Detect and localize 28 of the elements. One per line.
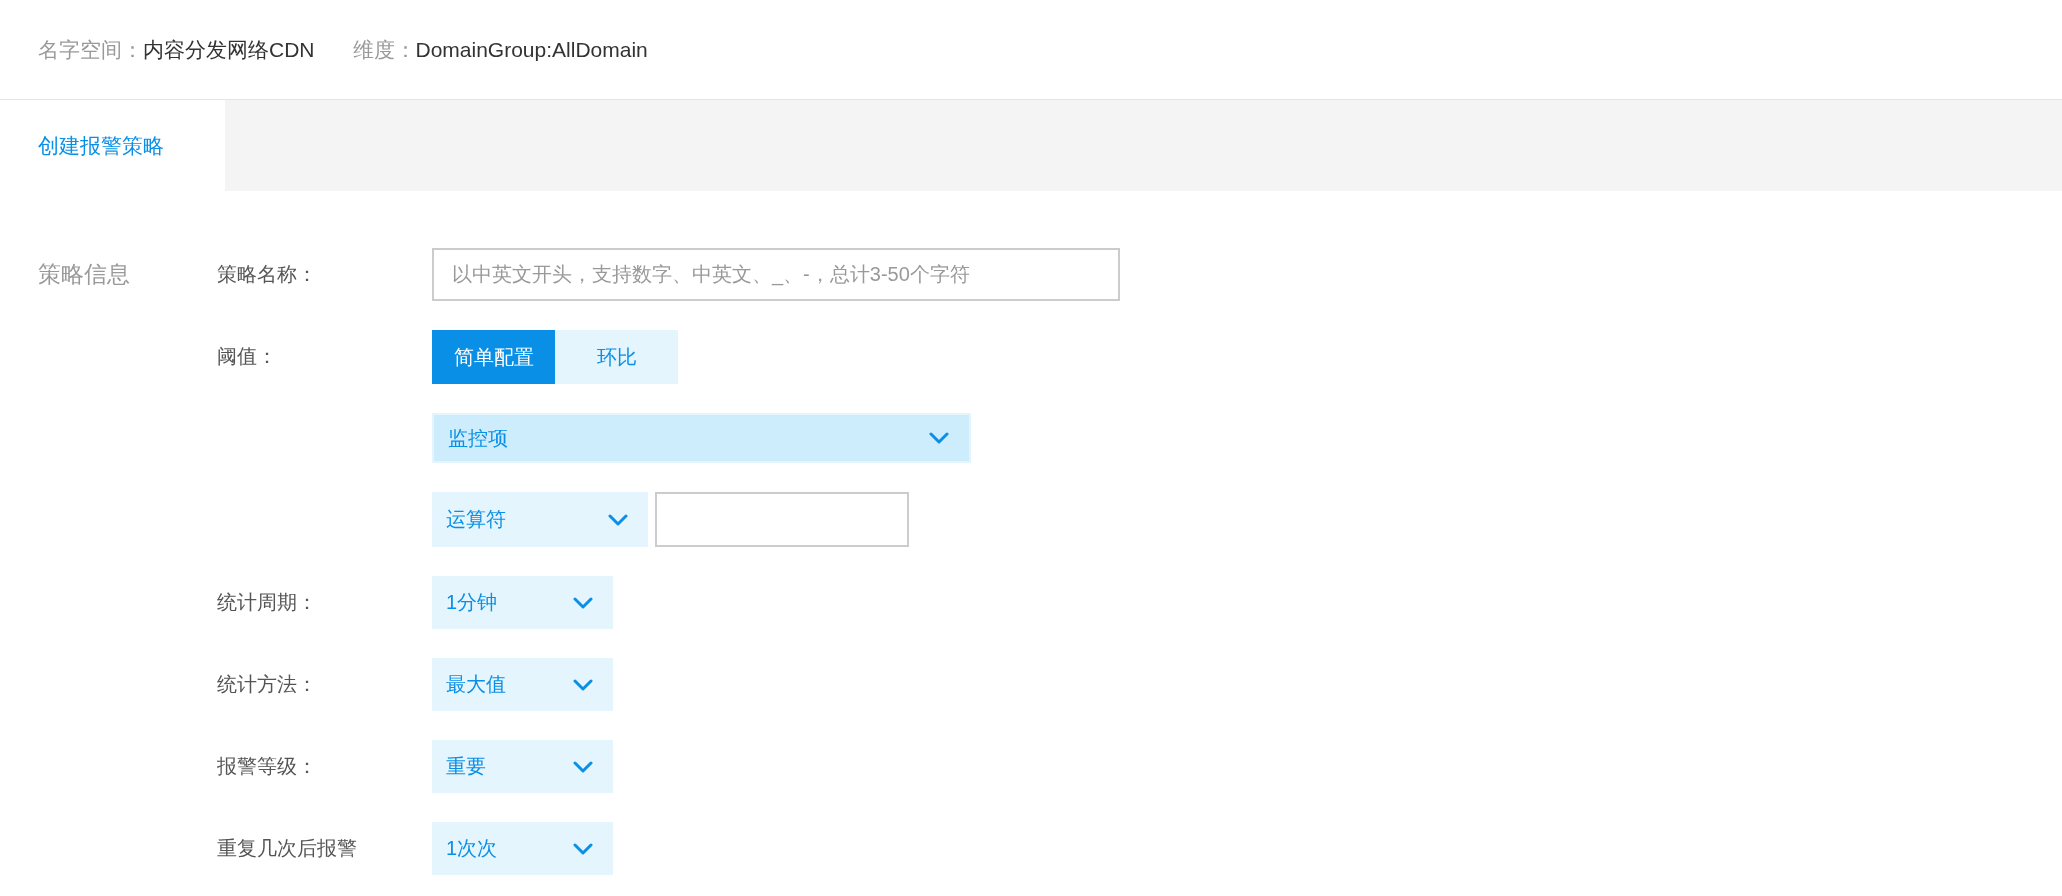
field-label: 重复几次后报警 [217, 836, 358, 861]
dropdown[interactable]: 1次次 [432, 822, 613, 875]
chevron-down-icon [573, 760, 593, 773]
chevron-down-icon [608, 513, 628, 526]
namespace-value: 内容分发网络CDN [143, 36, 315, 63]
field-label: 统计方法： [217, 672, 318, 697]
chevron-down-icon [573, 842, 593, 855]
mode-tab[interactable]: 环比 [555, 330, 678, 384]
section-title: 策略信息 [38, 260, 131, 289]
dropdown[interactable]: 运算符 [432, 492, 648, 547]
input-field[interactable]: 以中英文开头，支持数字、中英文、_、-，总计3-50个字符 [432, 248, 1120, 301]
dropdown[interactable]: 1分钟 [432, 576, 613, 629]
field-label: 报警等级： [217, 754, 318, 779]
field-label: 阈值： [217, 344, 278, 369]
field-label: 策略名称： [217, 262, 318, 287]
dropdown[interactable]: 监控项 [432, 413, 971, 463]
dimension-label: 维度： [352, 36, 416, 63]
mode-tab[interactable]: 简单配置 [432, 330, 555, 384]
namespace-label: 名字空间： [38, 36, 143, 63]
chevron-down-icon [929, 432, 949, 444]
dimension-value: DomainGroup:AllDomain [415, 37, 648, 62]
chevron-down-icon [573, 596, 593, 609]
tab[interactable]: 创建报警策略 [0, 100, 225, 191]
field-label: 统计周期： [217, 590, 318, 615]
chevron-down-icon [573, 678, 593, 691]
dropdown[interactable]: 最大值 [432, 658, 613, 711]
input-field[interactable] [655, 492, 909, 547]
dropdown[interactable]: 重要 [432, 740, 613, 793]
